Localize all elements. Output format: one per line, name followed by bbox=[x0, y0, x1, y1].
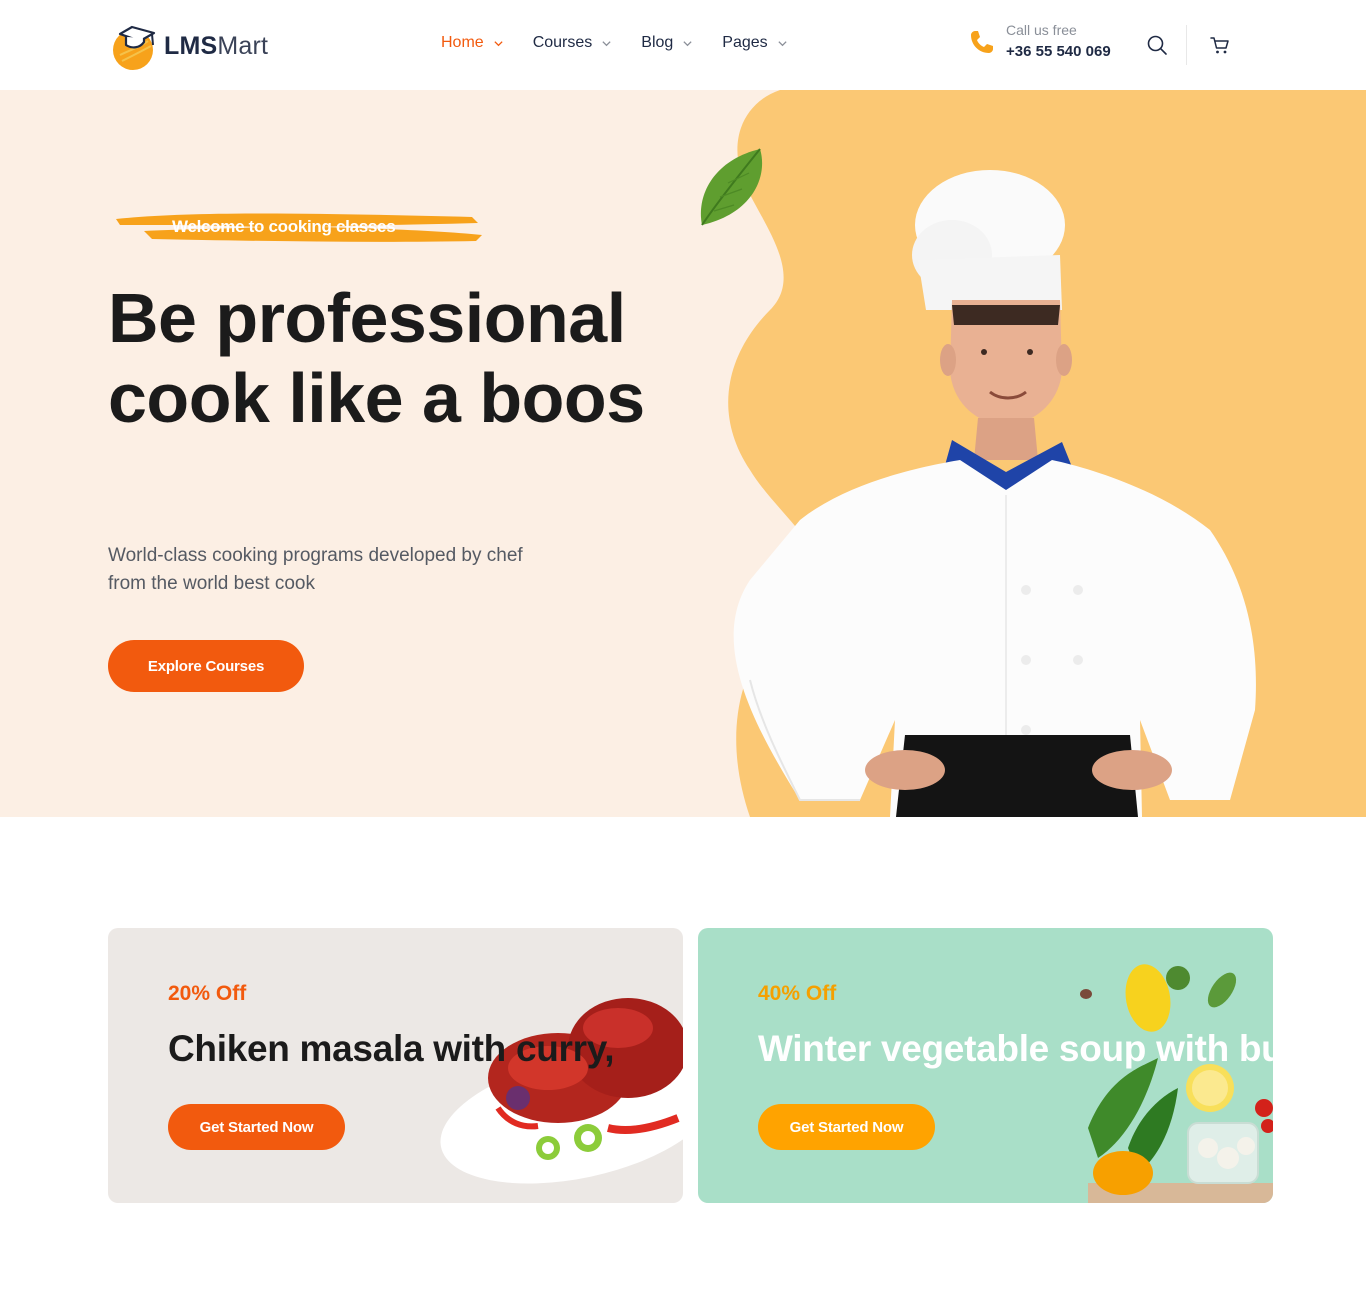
promo-title: Chiken masala with curry, bbox=[168, 1028, 615, 1069]
brand-name: LMSMart bbox=[164, 31, 269, 60]
contact-label: Call us free bbox=[1006, 22, 1077, 38]
contact-number[interactable]: +36 55 540 069 bbox=[1006, 40, 1111, 64]
promo-discount: 40% Off bbox=[758, 982, 837, 1005]
explore-courses-button[interactable]: Explore Courses bbox=[108, 640, 304, 692]
hero-description: World-class cooking programs developed b… bbox=[108, 545, 523, 594]
chicken-masala-image bbox=[440, 998, 683, 1184]
search-icon[interactable] bbox=[1145, 33, 1169, 57]
promo-title: Winter vegetable soup with bu bbox=[758, 1028, 1273, 1069]
contact-phone[interactable]: Call us free +36 55 540 069 bbox=[968, 20, 1111, 64]
vegetables-image bbox=[1080, 964, 1273, 1203]
graduation-cap-icon bbox=[113, 25, 156, 70]
chevron-down-icon bbox=[778, 40, 787, 46]
nav-item-blog[interactable]: Blog bbox=[641, 34, 693, 52]
nav-item-pages[interactable]: Pages bbox=[722, 34, 787, 52]
promo-discount: 20% Off bbox=[168, 982, 247, 1005]
main-nav: Home Courses Blog Pages bbox=[441, 34, 788, 52]
phone-icon bbox=[971, 31, 993, 53]
promo-card[interactable]: 20% Off Chiken masala with curry, Get St… bbox=[108, 928, 683, 1203]
contact-texts: Call us free +36 55 540 069 bbox=[1006, 20, 1111, 64]
chevron-down-icon bbox=[602, 40, 611, 46]
header-divider bbox=[1186, 25, 1187, 65]
hero-title: Be professional cook like a boos bbox=[108, 279, 645, 437]
promo-card[interactable]: 40% Off Winter vegetable soup with bu Ge… bbox=[698, 928, 1273, 1203]
site-header: LMSMart Home Courses Blog Pages Call us … bbox=[0, 0, 1366, 90]
nav-item-label: Courses bbox=[532, 34, 593, 51]
hero-section: Welcome to cooking classes Be profession… bbox=[0, 90, 1366, 817]
brand-logo[interactable]: LMSMart bbox=[110, 20, 268, 72]
cart-icon[interactable] bbox=[1208, 33, 1232, 57]
nav-item-label: Home bbox=[441, 34, 484, 51]
nav-item-courses[interactable]: Courses bbox=[533, 34, 613, 52]
hero-eyebrow: Welcome to cooking classes bbox=[172, 217, 396, 236]
chevron-down-icon bbox=[494, 40, 503, 46]
nav-item-label: Blog bbox=[641, 34, 674, 51]
get-started-button[interactable]: Get Started Now bbox=[168, 1104, 345, 1150]
chevron-down-icon bbox=[683, 40, 692, 46]
nav-item-label: Pages bbox=[722, 34, 768, 51]
chef-illustration bbox=[733, 170, 1256, 817]
get-started-button[interactable]: Get Started Now bbox=[758, 1104, 935, 1150]
nav-item-home[interactable]: Home bbox=[441, 34, 504, 52]
